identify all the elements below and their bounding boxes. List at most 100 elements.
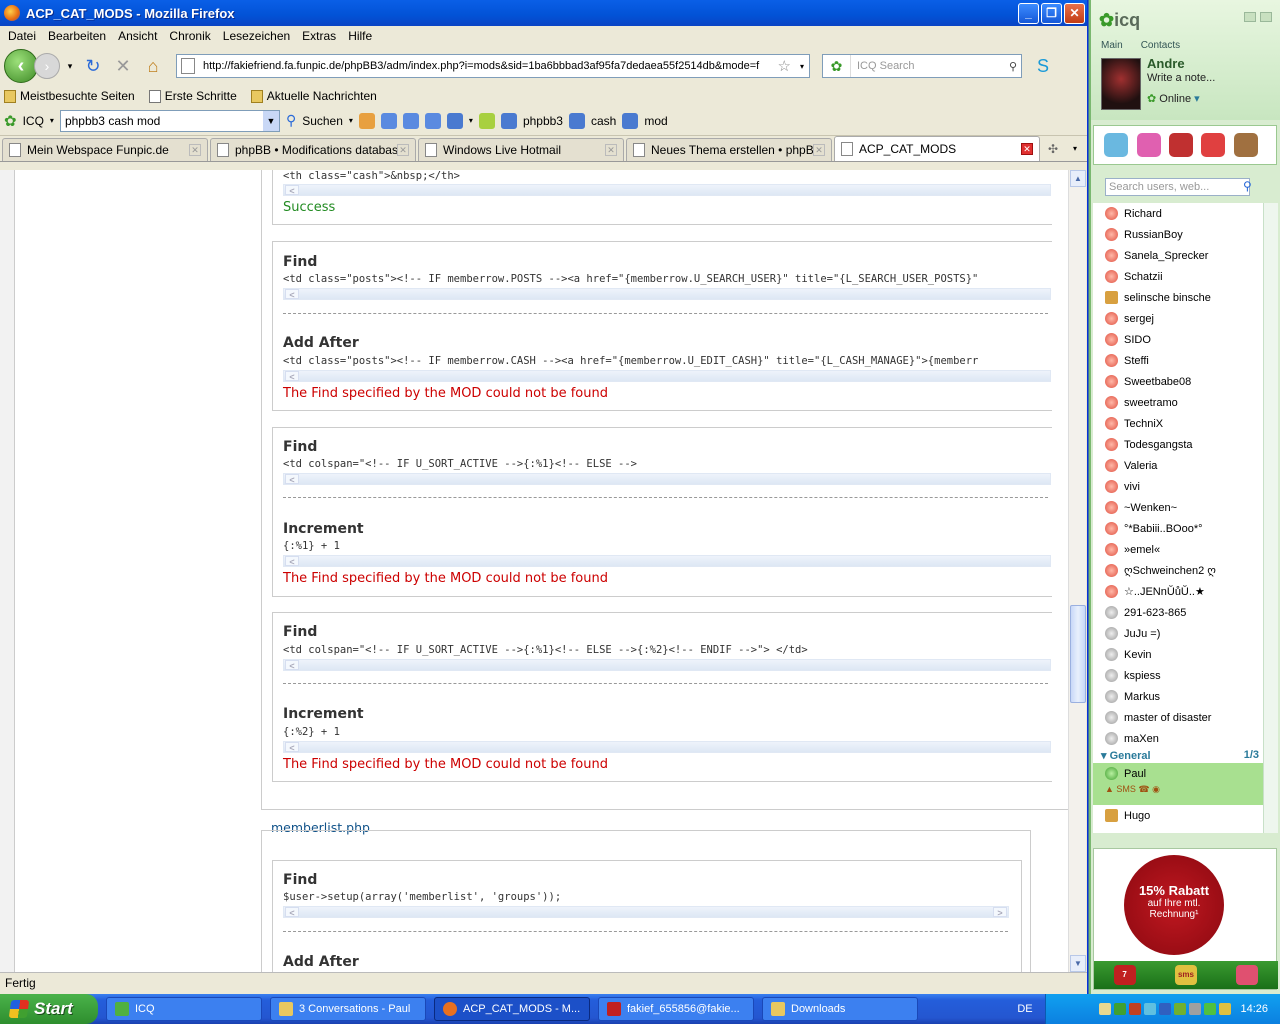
minimize-button[interactable]: _ xyxy=(1018,2,1039,24)
menu-bearbeiten[interactable]: Bearbeiten xyxy=(42,29,112,43)
menu-ansicht[interactable]: Ansicht xyxy=(112,29,163,43)
user-icon[interactable] xyxy=(446,112,463,129)
icq-toolbar-label[interactable]: ICQ xyxy=(23,114,44,128)
tag-mod[interactable]: mod xyxy=(644,114,667,128)
scroll-left-icon[interactable]: < xyxy=(285,474,299,485)
messenger-icon[interactable] xyxy=(1144,1003,1157,1015)
contact-item[interactable]: Hugo xyxy=(1093,805,1263,826)
code-scrollbar[interactable]: < xyxy=(283,288,1051,300)
contact-item[interactable]: °*Babiii..BOoo*° xyxy=(1093,518,1263,539)
contact-item[interactable]: TechniX xyxy=(1093,413,1263,434)
tab-acp-cat-mods[interactable]: ACP_CAT_MODS ✕ xyxy=(834,136,1040,161)
tag-phpbb3[interactable]: phpbb3 xyxy=(523,114,563,128)
drive-icon[interactable] xyxy=(1189,1003,1202,1015)
scroll-thumb[interactable] xyxy=(1070,605,1086,703)
icq-tab-main[interactable]: Main xyxy=(1101,40,1123,51)
start-button[interactable]: Start xyxy=(0,994,98,1024)
horoscope-icon[interactable] xyxy=(1136,133,1161,157)
url-bar[interactable]: http://fakiefriend.fa.funpic.de/phpBB3/a… xyxy=(176,54,810,78)
xtraz-icon[interactable] xyxy=(1168,133,1193,157)
contact-item[interactable]: maXen xyxy=(1093,728,1263,749)
icq-minimize-button[interactable] xyxy=(1244,12,1256,22)
home-icon[interactable]: ⌂ xyxy=(140,53,166,79)
icq-status[interactable]: ✿ Online ▾ xyxy=(1147,92,1200,105)
contact-item[interactable]: ~Wenken~ xyxy=(1093,497,1263,518)
contact-item[interactable]: Sweetbabe08 xyxy=(1093,371,1263,392)
tab-phpbb-mods[interactable]: phpBB • Modifications database ✕ xyxy=(210,138,416,161)
tab-new-topic[interactable]: Neues Thema erstellen • phpB... ✕ xyxy=(626,138,832,161)
contact-item[interactable]: ღSchweinchen2 ღ xyxy=(1093,560,1263,581)
contact-item[interactable]: Richard xyxy=(1093,203,1263,224)
combo-dropdown-icon[interactable]: ▼ xyxy=(262,110,279,131)
highlighter-icon[interactable] xyxy=(478,112,495,129)
tab-close-icon[interactable]: ✕ xyxy=(1021,143,1033,155)
menu-extras[interactable]: Extras xyxy=(296,29,342,43)
skype-icon[interactable]: S xyxy=(1030,53,1056,79)
scroll-left-icon[interactable]: < xyxy=(285,556,299,567)
contact-item[interactable]: »emel« xyxy=(1093,539,1263,560)
tab-hotmail[interactable]: Windows Live Hotmail ✕ xyxy=(418,138,624,161)
character-icon[interactable] xyxy=(1233,133,1258,157)
code-scrollbar[interactable]: < > xyxy=(283,906,1009,918)
contact-selected[interactable]: Paul ▲ SMS ☎ ◉ xyxy=(1093,763,1263,805)
menu-lesezeichen[interactable]: Lesezeichen xyxy=(217,29,296,43)
contact-item[interactable]: vivi xyxy=(1093,476,1263,497)
icq-search-button[interactable]: Suchen xyxy=(302,114,343,128)
tag-cash[interactable]: cash xyxy=(591,114,616,128)
tab-dropdown-icon[interactable]: ▾ xyxy=(1066,144,1084,153)
news-icon[interactable] xyxy=(358,112,375,129)
taskbar-item-downloads[interactable]: Downloads xyxy=(762,997,918,1021)
contact-item[interactable]: ☆..JENnŬůŬ..★ xyxy=(1093,581,1263,602)
contact-item[interactable]: JuJu =) xyxy=(1093,623,1263,644)
reload-icon[interactable]: ↻ xyxy=(80,53,106,79)
scroll-left-icon[interactable]: < xyxy=(285,660,299,671)
network-icon[interactable] xyxy=(1114,1003,1127,1015)
search-icon[interactable]: ⚲ xyxy=(286,112,296,129)
contact-item[interactable]: 291-623-865 xyxy=(1093,602,1263,623)
advert-panel[interactable]: 15% Rabatt auf Ihre mtl. Rechnung¹ 7 sms xyxy=(1093,848,1278,990)
scroll-right-icon[interactable]: > xyxy=(993,907,1007,918)
close-button[interactable]: ✕ xyxy=(1064,2,1085,24)
tab-close-icon[interactable]: ✕ xyxy=(397,144,409,156)
code-scrollbar[interactable]: < xyxy=(283,741,1051,753)
bookmark-news[interactable]: Aktuelle Nachrichten xyxy=(250,89,377,103)
web-search-box[interactable]: ✿ ICQ Search ⚲ xyxy=(822,54,1022,78)
contact-scrollbar[interactable] xyxy=(1263,203,1278,833)
chevron-down-icon[interactable]: ▾ xyxy=(349,116,353,125)
tab-webspace[interactable]: Mein Webspace Funpic.de ✕ xyxy=(2,138,208,161)
chevron-down-icon[interactable]: ▾ xyxy=(50,116,54,125)
chevron-down-icon[interactable]: ▾ xyxy=(469,116,473,125)
games-icon[interactable] xyxy=(1104,133,1129,157)
forward-button[interactable]: › xyxy=(34,53,60,79)
scroll-left-icon[interactable]: < xyxy=(285,371,299,382)
avatar[interactable] xyxy=(1101,58,1141,110)
contact-item[interactable]: Kevin xyxy=(1093,644,1263,665)
taskbar-item-conversations[interactable]: 3 Conversations - Paul xyxy=(270,997,426,1021)
tab-close-icon[interactable]: ✕ xyxy=(813,144,825,156)
pro7-icon[interactable]: 7 xyxy=(1113,965,1136,985)
contact-item[interactable]: Valeria xyxy=(1093,455,1263,476)
icq-search-query[interactable]: phpbb3 cash mod xyxy=(65,114,263,128)
code-scrollbar[interactable]: < xyxy=(283,555,1051,567)
contact-item[interactable]: Markus xyxy=(1093,686,1263,707)
icq-tray-icon[interactable] xyxy=(1204,1003,1217,1015)
security-icon[interactable] xyxy=(1159,1003,1172,1015)
back-button[interactable]: ‹ xyxy=(4,49,38,83)
tab-close-icon[interactable]: ✕ xyxy=(605,144,617,156)
scroll-down-icon[interactable]: ▼ xyxy=(1070,955,1086,972)
url-dropdown-icon[interactable]: ▾ xyxy=(795,62,809,71)
gift-icon[interactable] xyxy=(1236,965,1259,985)
chat-icon[interactable] xyxy=(1219,1003,1232,1015)
icq-tab-contacts[interactable]: Contacts xyxy=(1141,40,1180,51)
volume-icon[interactable] xyxy=(1129,1003,1142,1015)
scroll-left-icon[interactable]: < xyxy=(285,289,299,300)
advert-badge[interactable]: 15% Rabatt auf Ihre mtl. Rechnung¹ xyxy=(1124,855,1224,955)
menu-datei[interactable]: Datei xyxy=(2,29,42,43)
contact-item[interactable]: Schatzii xyxy=(1093,266,1263,287)
history-dropdown-icon[interactable]: ▾ xyxy=(64,53,76,79)
bookmark-star-icon[interactable]: ☆ xyxy=(774,57,795,75)
magnifier-icon[interactable]: ⚲ xyxy=(1009,60,1021,73)
menu-chronik[interactable]: Chronik xyxy=(163,29,216,43)
zoom-in-icon[interactable] xyxy=(402,112,419,129)
contact-item[interactable]: Steffi xyxy=(1093,350,1263,371)
